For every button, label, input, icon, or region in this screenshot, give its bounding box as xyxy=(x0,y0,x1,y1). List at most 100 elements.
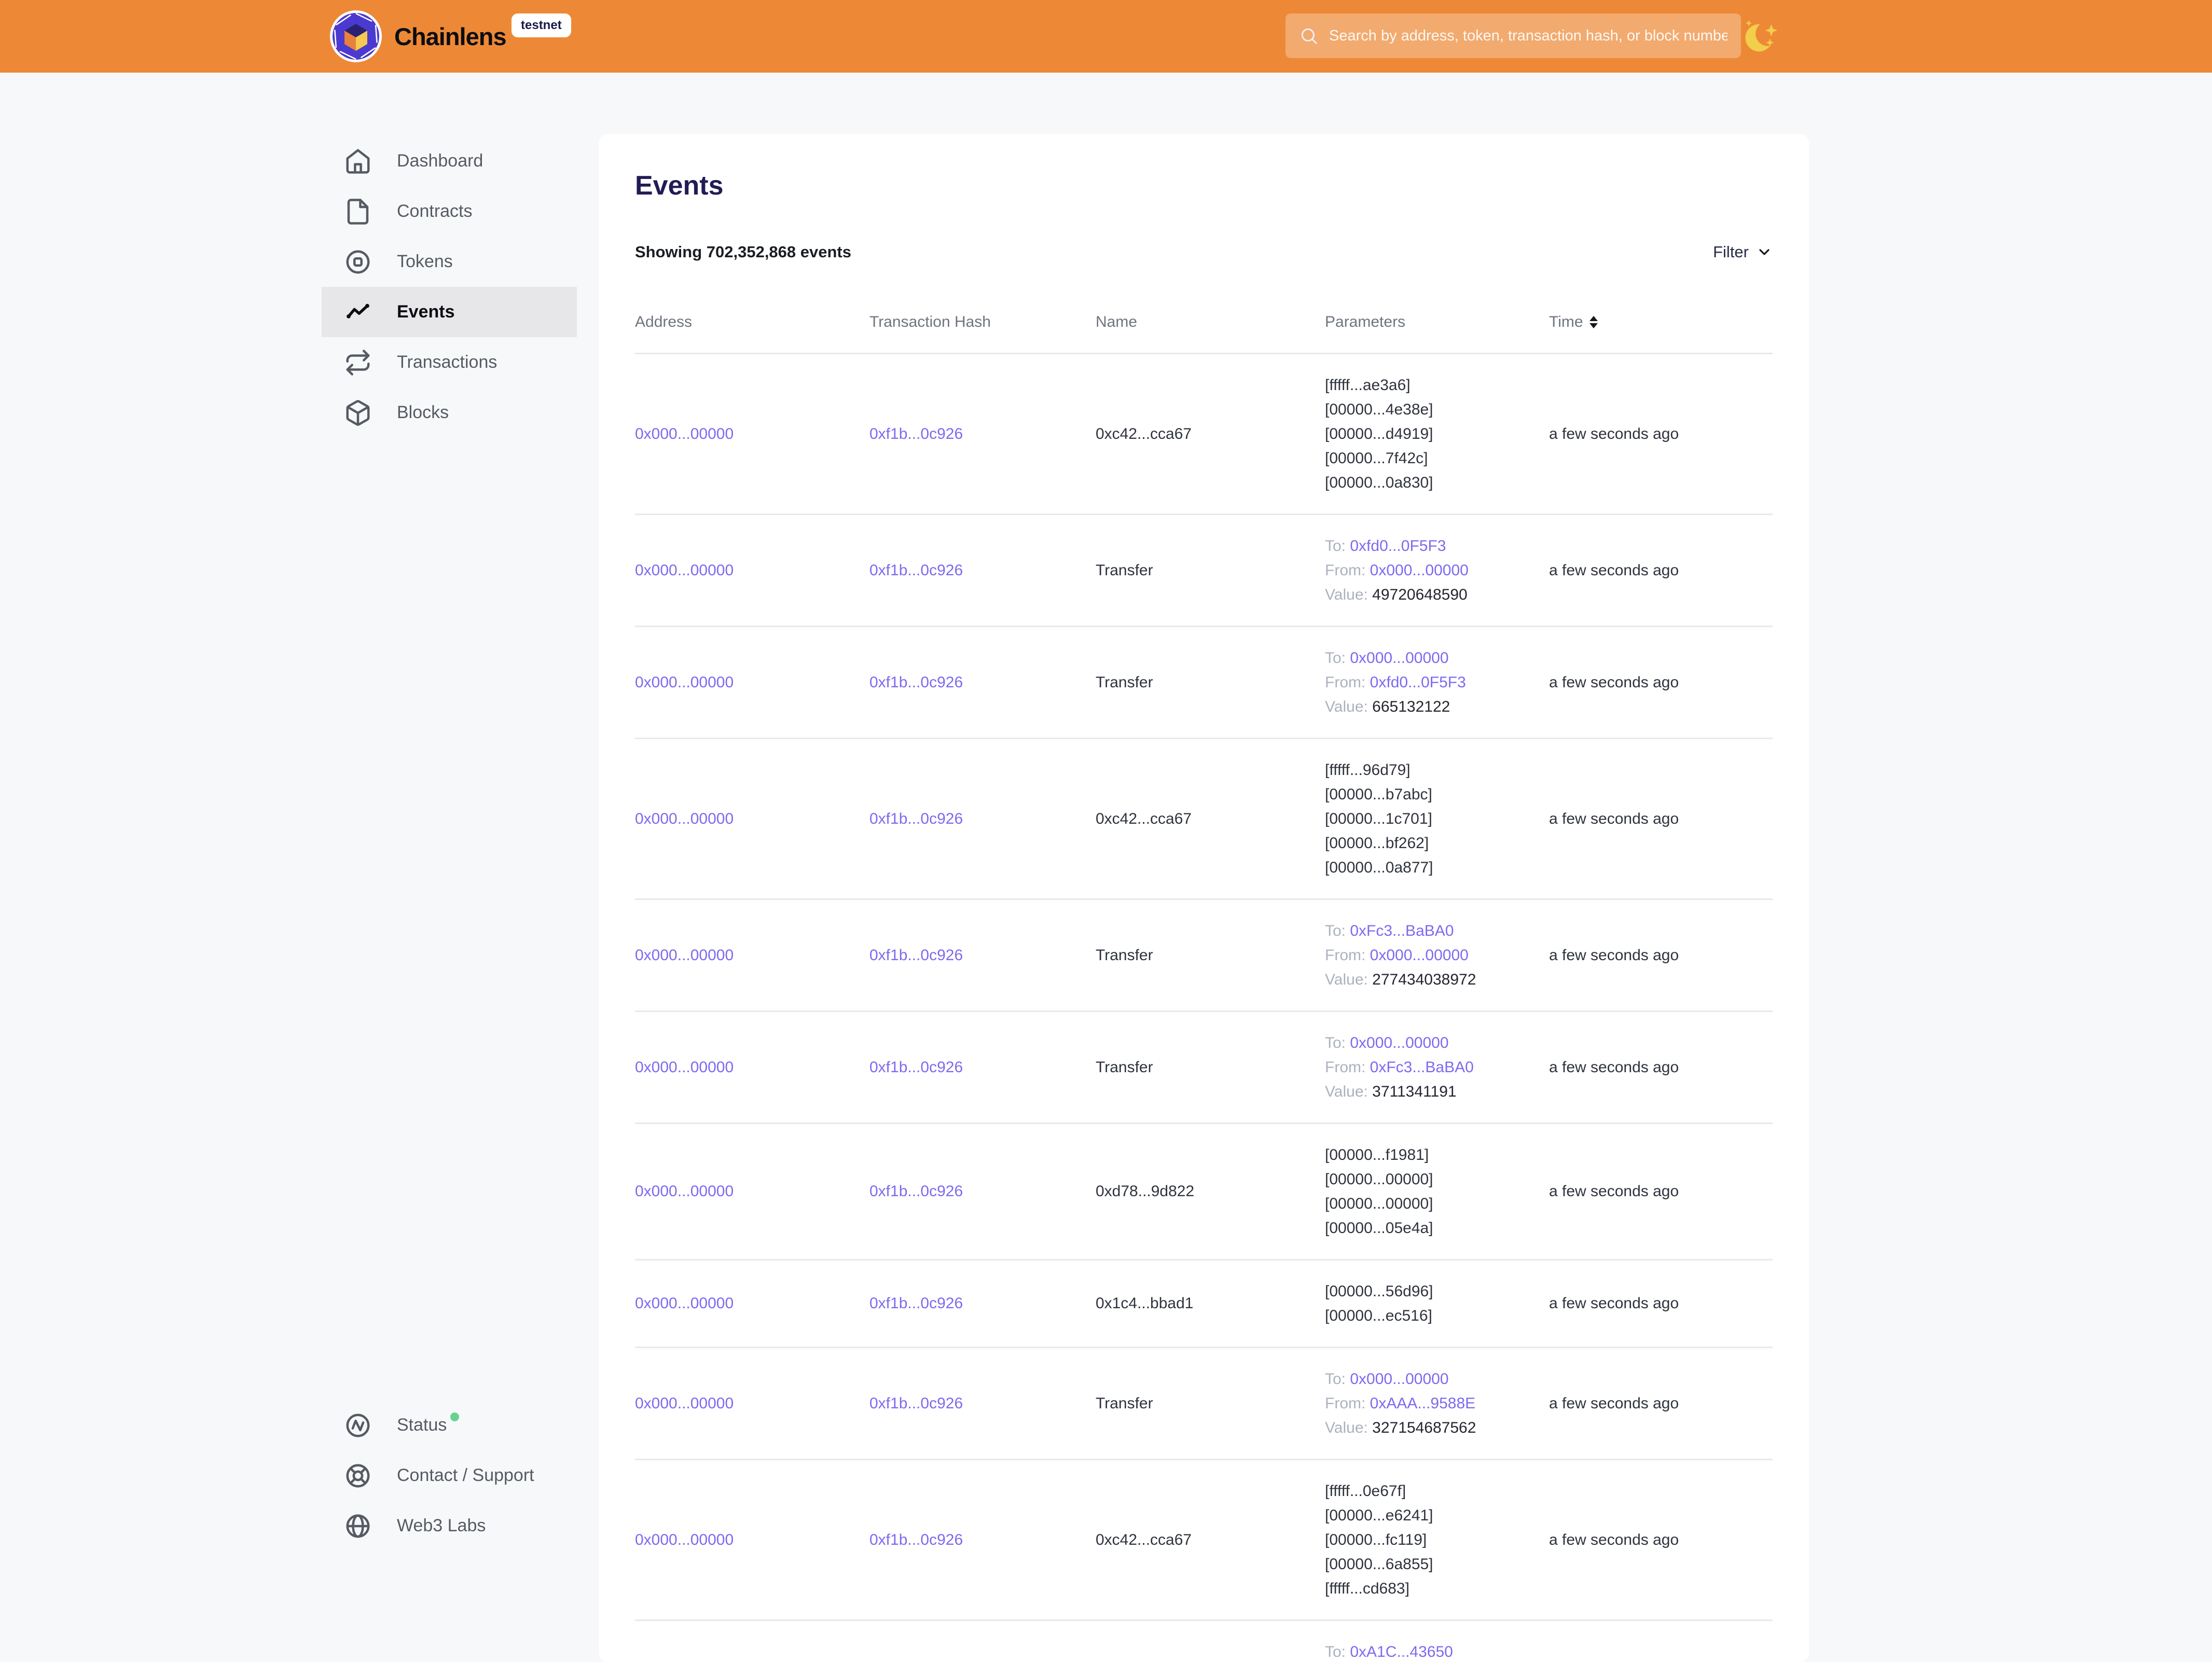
sidebar-item-status[interactable]: Status xyxy=(322,1400,577,1450)
parameter-value: [fffff...0e67f] xyxy=(1325,1479,1539,1503)
parameter-value: [00000...f1981] xyxy=(1325,1143,1539,1167)
sidebar-item-label: Web3 Labs xyxy=(397,1516,486,1536)
param-label: Value: xyxy=(1325,698,1372,715)
from-address-link[interactable]: 0xFc3...BaBA0 xyxy=(1370,1059,1474,1076)
sidebar-item-label: Tokens xyxy=(397,252,453,272)
event-name: Transfer xyxy=(1096,674,1325,691)
filter-button[interactable]: Filter xyxy=(1713,243,1773,261)
transfer-value: 49720648590 xyxy=(1372,586,1468,603)
event-name: Transfer xyxy=(1096,1059,1325,1076)
to-address-link[interactable]: 0x000...00000 xyxy=(1350,649,1448,667)
parameter-value: [fffff...96d79] xyxy=(1325,758,1539,782)
tx-hash-link[interactable]: 0xf1b...0c926 xyxy=(869,1183,1096,1200)
address-link[interactable]: 0x000...00000 xyxy=(635,1295,869,1312)
from-address-link[interactable]: 0x000...00000 xyxy=(1370,947,1469,964)
sidebar-item-label: Dashboard xyxy=(397,151,483,171)
transfer-value: 3711341191 xyxy=(1372,1083,1456,1100)
sidebar-item-transactions[interactable]: Transactions xyxy=(322,337,577,387)
to-address-link[interactable]: 0xfd0...0F5F3 xyxy=(1350,537,1446,555)
parameters-cell: To: 0xfd0...0F5F3 From: 0x000...00000 Valu… xyxy=(1325,534,1549,607)
param-label: To: xyxy=(1325,1034,1350,1051)
column-header-transaction-hash: Transaction Hash xyxy=(869,313,1096,331)
table-row: 0x000...000000xf1b...0c9260xd78...9d822[… xyxy=(635,1123,1773,1259)
life-buoy-icon xyxy=(344,1462,372,1490)
sidebar-item-tokens[interactable]: Tokens xyxy=(322,237,577,287)
sidebar-footer-nav: Status Contact / Support Web3 Labs xyxy=(322,1400,577,1551)
transfer-param-line: Value: 49720648590 xyxy=(1325,583,1539,607)
tx-hash-link[interactable]: 0xf1b...0c926 xyxy=(869,1395,1096,1412)
sidebar-item-contact-support[interactable]: Contact / Support xyxy=(322,1450,577,1501)
table-row: 0x000...000000xf1b...0c9260x1c4...bbad1[… xyxy=(635,1259,1773,1347)
address-link[interactable]: 0x000...00000 xyxy=(635,1183,869,1200)
sidebar-item-label: Blocks xyxy=(397,403,449,423)
table-row: 0x000...000000xf1b...0c9260xc42...cca67 [… xyxy=(635,738,1773,898)
event-name: 0xd78...9d822 xyxy=(1096,1183,1325,1200)
sidebar-item-label: Contracts xyxy=(397,201,473,221)
tx-hash-link[interactable]: 0xf1b...0c926 xyxy=(869,562,1096,579)
sidebar-item-events[interactable]: Events xyxy=(322,287,577,337)
tx-hash-link[interactable]: 0xf1b...0c926 xyxy=(869,947,1096,964)
transfer-value: 327154687562 xyxy=(1372,1419,1476,1436)
parameters-cell: To: 0xA1C...43650From: 0x000...00000Valu… xyxy=(1325,1640,1549,1662)
address-link[interactable]: 0x000...00000 xyxy=(635,810,869,828)
parameters-cell: To: 0x000...00000From: 0xFc3...BaBA0Valu… xyxy=(1325,1031,1549,1104)
search-input[interactable] xyxy=(1329,27,1727,45)
parameter-value: [00000...0a830] xyxy=(1325,470,1539,495)
to-address-link[interactable]: 0xFc3...BaBA0 xyxy=(1350,922,1454,939)
column-header-address: Address xyxy=(635,313,869,331)
sidebar-item-dashboard[interactable]: Dashboard xyxy=(322,136,577,186)
brand[interactable]: Chainlens xyxy=(330,0,506,73)
parameters-cell: [00000...56d96][00000...ec516] xyxy=(1325,1279,1549,1328)
to-address-link[interactable]: 0x000...00000 xyxy=(1350,1034,1448,1051)
time-value: a few seconds ago xyxy=(1549,947,1773,964)
tx-hash-link[interactable]: 0xf1b...0c926 xyxy=(869,1059,1096,1076)
param-label: To: xyxy=(1325,537,1350,555)
parameter-value: [00000...4e38e] xyxy=(1325,397,1539,422)
tx-hash-link[interactable]: 0xf1b...0c926 xyxy=(869,1531,1096,1549)
param-label: From: xyxy=(1325,562,1370,579)
tx-hash-link[interactable]: 0xf1b...0c926 xyxy=(869,425,1096,443)
address-link[interactable]: 0x000...00000 xyxy=(635,562,869,579)
from-address-link[interactable]: 0x000...00000 xyxy=(1370,562,1469,579)
page-title: Events xyxy=(635,167,1773,204)
parameter-value: [00000...0a877] xyxy=(1325,855,1539,880)
app-header: Chainlens testnet xyxy=(0,0,2212,73)
dark-mode-toggle[interactable] xyxy=(1739,13,1785,59)
tx-hash-link[interactable]: 0xf1b...0c926 xyxy=(869,810,1096,828)
param-label: Value: xyxy=(1325,586,1372,603)
to-address-link[interactable]: 0x000...00000 xyxy=(1350,1370,1448,1388)
event-name: 0xc42...cca67 xyxy=(1096,810,1325,828)
search-box xyxy=(1285,13,1741,58)
transfer-param-line: From: 0xAAA...9588E xyxy=(1325,1391,1539,1416)
from-address-link[interactable]: 0xfd0...0F5F3 xyxy=(1370,674,1466,691)
address-link[interactable]: 0x000...00000 xyxy=(635,1395,869,1412)
token-icon xyxy=(344,248,372,276)
table-row: 0x000...000000xf1b...0c926TransferTo: 0x… xyxy=(635,626,1773,738)
address-link[interactable]: 0x000...00000 xyxy=(635,947,869,964)
parameter-value: [fffff...cd683] xyxy=(1325,1576,1539,1601)
sidebar-item-web3labs[interactable]: Web3 Labs xyxy=(322,1501,577,1551)
table-row: 0x000...000000xf1b...0c926TransferTo: 0x… xyxy=(635,1619,1773,1662)
address-link[interactable]: 0x000...00000 xyxy=(635,1531,869,1549)
chevron-down-icon xyxy=(1756,244,1773,260)
param-label: From: xyxy=(1325,1059,1370,1076)
address-link[interactable]: 0x000...00000 xyxy=(635,1059,869,1076)
event-name: Transfer xyxy=(1096,562,1325,579)
table-row: 0x000...000000xf1b...0c926TransferTo: 0x… xyxy=(635,898,1773,1010)
tx-hash-link[interactable]: 0xf1b...0c926 xyxy=(869,674,1096,691)
transfer-param-line: To: 0xfd0...0F5F3 xyxy=(1325,534,1539,558)
parameter-value: [00000...00000] xyxy=(1325,1167,1539,1192)
param-label: Value: xyxy=(1325,971,1372,988)
param-label: To: xyxy=(1325,649,1350,667)
address-link[interactable]: 0x000...00000 xyxy=(635,674,869,691)
sidebar-item-contracts[interactable]: Contracts xyxy=(322,186,577,237)
sidebar-item-blocks[interactable]: Blocks xyxy=(322,387,577,438)
from-address-link[interactable]: 0xAAA...9588E xyxy=(1370,1395,1475,1412)
address-link[interactable]: 0x000...00000 xyxy=(635,425,869,443)
time-value: a few seconds ago xyxy=(1549,562,1773,579)
column-header-time[interactable]: Time xyxy=(1549,313,1773,331)
sort-icon[interactable] xyxy=(1589,316,1598,328)
tx-hash-link[interactable]: 0xf1b...0c926 xyxy=(869,1295,1096,1312)
event-name: Transfer xyxy=(1096,947,1325,964)
to-address-link[interactable]: 0xA1C...43650 xyxy=(1350,1643,1453,1660)
